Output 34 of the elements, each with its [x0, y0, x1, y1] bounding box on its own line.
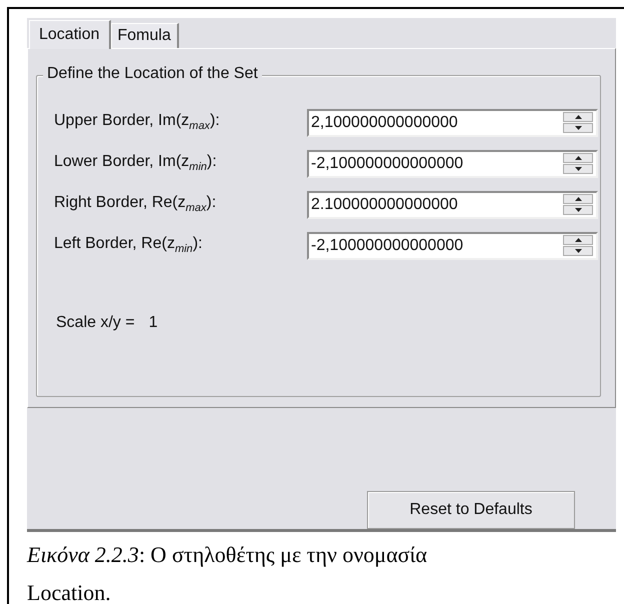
tab[interactable]: Fomula: [110, 23, 179, 48]
value-field[interactable]: -2,100000000000000: [311, 154, 563, 172]
scale-value: 1: [148, 314, 158, 332]
up-arrow-icon: [574, 197, 582, 201]
reset-button[interactable]: Reset to Defaults: [367, 491, 575, 529]
spin-up-button[interactable]: [563, 153, 593, 163]
spin-up-button[interactable]: [563, 235, 593, 245]
down-arrow-icon: [574, 167, 582, 171]
spin-field[interactable]: 2.100000000000000: [307, 190, 598, 218]
field-label: Upper Border, Im(z$_{max}$):: [54, 112, 221, 133]
up-arrow-icon: [574, 115, 582, 119]
spin-field[interactable]: -2,100000000000000: [307, 150, 598, 178]
down-arrow-icon: [574, 126, 582, 130]
spin-down-button[interactable]: [563, 246, 593, 256]
down-arrow-icon: [574, 249, 582, 253]
up-arrow-icon: [574, 238, 582, 242]
scale-label: Scale x/y =: [56, 314, 135, 332]
spin-down-button[interactable]: [563, 205, 593, 215]
spin-up-button[interactable]: [563, 112, 593, 122]
spin-field[interactable]: -2,100000000000000: [307, 232, 598, 260]
field-label: Left Border, Re(z$_{min}$):: [54, 235, 204, 256]
spin-field[interactable]: 2,100000000000000: [307, 108, 598, 136]
down-arrow-icon: [574, 208, 582, 212]
value-field[interactable]: 2.100000000000000: [311, 196, 563, 214]
tab[interactable]: Location: [29, 20, 110, 49]
value-field[interactable]: -2,100000000000000: [311, 236, 563, 254]
spin-up-button[interactable]: [563, 194, 593, 204]
field-label: Lower Border, Im(z$_{min}$):: [54, 153, 218, 174]
value-field[interactable]: 2,100000000000000: [311, 114, 563, 132]
up-arrow-icon: [574, 156, 582, 160]
field-label: Right Border, Re(z$_{max}$):: [54, 194, 218, 215]
figure-caption: Εικόνα 2.2.3: Ο στηλοθέτης με την ονομασία Location.: [27, 541, 428, 604]
spin-down-button[interactable]: [563, 123, 593, 133]
spin-down-button[interactable]: [563, 164, 593, 174]
